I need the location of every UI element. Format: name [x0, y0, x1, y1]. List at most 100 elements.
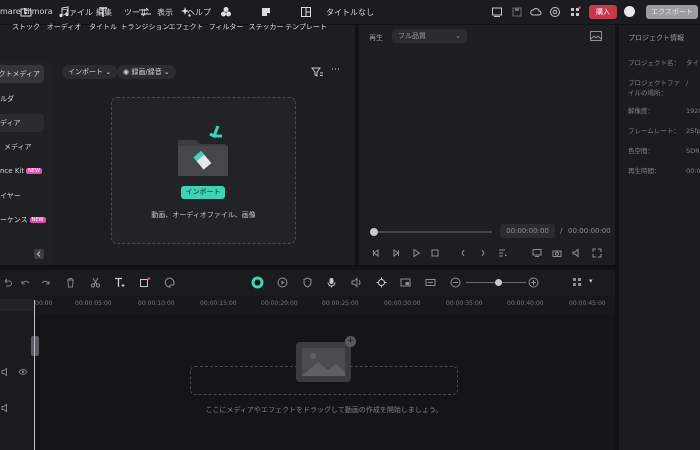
- apps-grid-icon[interactable]: [569, 6, 581, 18]
- avatar[interactable]: [624, 6, 635, 17]
- track-header-top: [0, 299, 34, 311]
- ruler-tick: 00:00:35:00: [446, 300, 483, 307]
- quality-dropdown[interactable]: フル品質 ⌄: [392, 29, 467, 43]
- tab-template-label: テンプレート: [285, 23, 327, 31]
- export-button[interactable]: エクスポート: [646, 5, 698, 19]
- zoom-in-icon[interactable]: [528, 277, 539, 288]
- shield-icon[interactable]: [302, 277, 313, 288]
- filter-icon[interactable]: [311, 67, 323, 77]
- eye-icon[interactable]: [18, 368, 28, 376]
- image-placeholder-icon: [296, 342, 351, 382]
- import-button[interactable]: インポート: [181, 186, 225, 199]
- layout-grid-icon[interactable]: [572, 277, 583, 288]
- collapse-sidebar-button[interactable]: [34, 249, 44, 259]
- record-dropdown[interactable]: ◉ 録画/録音 ⌄: [117, 65, 176, 79]
- duration-key: 再生時間：: [628, 167, 661, 175]
- player-label: 再生: [369, 34, 383, 42]
- timeline-hint: ここにメディアやエフェクトをドラッグして動画の作成を開始しましょう。: [205, 406, 443, 414]
- dropzone-hint: 動画、オーディオファイル、画像: [151, 211, 256, 219]
- scissors-icon[interactable]: [90, 277, 101, 288]
- import-folder-icon[interactable]: [176, 124, 230, 178]
- sidebar-item-shared-media[interactable]: メディア: [0, 138, 44, 156]
- sidebar-item-media[interactable]: ディア: [0, 114, 44, 132]
- ai-assistant-icon[interactable]: [251, 276, 264, 289]
- track-resize-handle[interactable]: [31, 336, 39, 356]
- undo-arrow-icon[interactable]: [20, 277, 31, 288]
- palette-icon[interactable]: [164, 277, 175, 288]
- ruler-tick: 00:00:10:00: [138, 300, 175, 307]
- ruler-tick: 00:00:25:00: [322, 300, 359, 307]
- template-icon: [280, 6, 332, 20]
- stop-icon[interactable]: [430, 248, 440, 258]
- sidebar-item-label: ルダ: [0, 95, 14, 103]
- player-scrubber[interactable]: [374, 231, 492, 233]
- quality-value: フル品質: [398, 32, 426, 40]
- marker-menu-icon[interactable]: [498, 248, 508, 258]
- tab-template[interactable]: テンプレート: [280, 6, 332, 32]
- next-frame-icon[interactable]: [391, 248, 401, 258]
- camera-icon[interactable]: [552, 248, 562, 258]
- speaker-icon[interactable]: [1, 367, 11, 377]
- add-media-icon[interactable]: +: [345, 336, 356, 347]
- support-icon[interactable]: [549, 6, 561, 18]
- ruler-tick: 00:00:05:00: [75, 300, 112, 307]
- audio-mixer-icon[interactable]: [351, 277, 362, 288]
- text-tool-icon[interactable]: [114, 277, 125, 288]
- play-icon[interactable]: [411, 248, 421, 258]
- mark-out-icon[interactable]: [478, 248, 488, 258]
- volume-icon[interactable]: [572, 248, 582, 258]
- playhead[interactable]: [34, 300, 35, 450]
- fullscreen-icon[interactable]: [592, 248, 602, 258]
- prev-frame-icon[interactable]: [371, 248, 381, 258]
- project-name-key: プロジェクト名：: [628, 59, 680, 67]
- buy-button[interactable]: 購入: [589, 5, 617, 19]
- sidebar-item-project-media[interactable]: ジェクトメディア: [0, 65, 44, 83]
- save-icon[interactable]: [511, 6, 523, 18]
- more-options-icon[interactable]: ⋯: [331, 65, 340, 75]
- import-dropdown-label: インポート: [68, 68, 103, 76]
- crop-icon[interactable]: [139, 277, 151, 288]
- pip-icon[interactable]: [400, 277, 411, 288]
- ruler-tick: 00:00:20:00: [261, 300, 298, 307]
- resolution-key: 解像度：: [628, 107, 654, 115]
- preview-canvas[interactable]: [359, 50, 615, 210]
- cloud-icon[interactable]: [530, 6, 542, 18]
- sidebar-item-folder[interactable]: ルダ: [0, 90, 44, 108]
- ruler-tick: 00:00: [35, 300, 53, 307]
- monitor-icon[interactable]: [491, 6, 503, 18]
- caption-icon[interactable]: [425, 277, 436, 288]
- play-range-icon[interactable]: [277, 277, 288, 288]
- frame-rate-key: フレームレート：: [628, 127, 680, 135]
- sidebar-item-sequence[interactable]: ーケンス NEW: [0, 211, 46, 229]
- import-dropdown[interactable]: インポート ⌄: [62, 65, 118, 79]
- sidebar-item-label: nce Kit: [0, 167, 25, 175]
- new-badge: NEW: [29, 217, 46, 223]
- zoom-slider-handle[interactable]: [495, 279, 502, 286]
- ruler-tick: 00:00:40:00: [507, 300, 544, 307]
- zoom-out-icon[interactable]: [450, 277, 461, 288]
- sidebar-item-label: ディア: [0, 119, 21, 127]
- delete-icon[interactable]: [65, 277, 76, 288]
- microphone-icon[interactable]: [326, 277, 337, 288]
- frame-rate-value: 25fp: [686, 127, 700, 135]
- chevron-down-icon: ⌄: [455, 32, 461, 40]
- ruler-tick: 00:00:30:00: [384, 300, 421, 307]
- total-timecode: 00:00:00:00: [568, 227, 611, 235]
- snapshot-view-icon[interactable]: [590, 31, 602, 41]
- redo-icon[interactable]: [40, 277, 51, 288]
- scrubber-handle[interactable]: [370, 228, 378, 236]
- project-location-key: プロジェクトファイルの場所：: [628, 79, 680, 97]
- chevron-down-icon[interactable]: ▾: [589, 277, 593, 285]
- undo-icon[interactable]: [2, 277, 13, 288]
- project-name-value: タイト: [686, 59, 700, 67]
- audio-track-speaker-icon[interactable]: [1, 403, 11, 413]
- display-icon[interactable]: [532, 248, 542, 258]
- sidebar-item-player[interactable]: イヤー: [0, 187, 44, 205]
- sidebar-item-kit[interactable]: nce Kit NEW: [0, 162, 46, 180]
- project-location-value: /: [686, 79, 689, 87]
- sidebar-item-label: イヤー: [0, 192, 21, 200]
- new-badge: NEW: [26, 168, 42, 174]
- mark-in-icon[interactable]: [458, 248, 468, 258]
- duration-value: 00:0: [686, 167, 700, 175]
- motion-track-icon[interactable]: [376, 277, 387, 288]
